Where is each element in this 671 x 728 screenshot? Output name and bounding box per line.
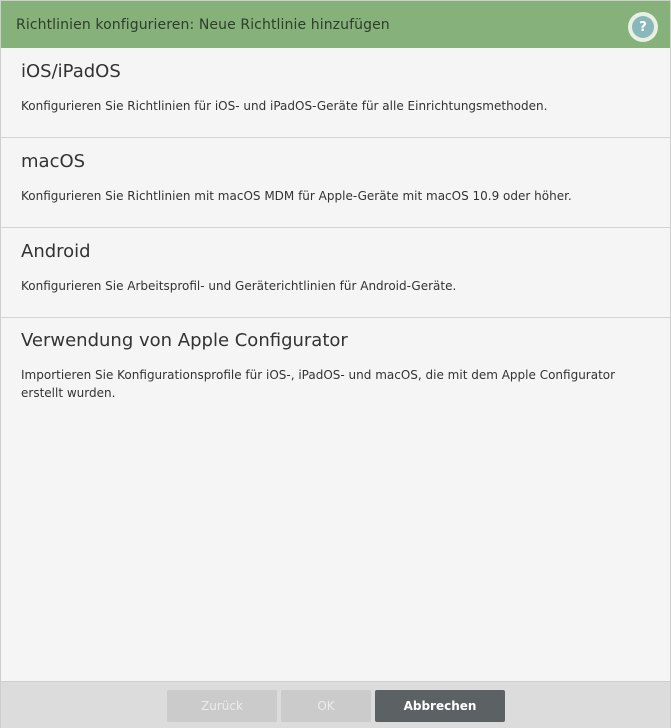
question-circle-icon: ? xyxy=(632,16,654,38)
option-title: Verwendung von Apple Configurator xyxy=(21,330,348,351)
dialog-title: Richtlinien konfigurieren: Neue Richtlin… xyxy=(16,16,390,33)
option-ios-ipados[interactable]: iOS/iPadOS Konfigurieren Sie Richtlinien… xyxy=(1,48,670,138)
ok-button[interactable]: OK xyxy=(281,690,371,722)
back-button[interactable]: Zurück xyxy=(167,690,277,722)
dialog-footer: Zurück OK Abbrechen xyxy=(1,681,670,728)
option-description: Konfigurieren Sie Arbeitsprofil- und Ger… xyxy=(21,279,457,293)
option-macos[interactable]: macOS Konfigurieren Sie Richtlinien mit … xyxy=(1,138,670,228)
option-description: Konfigurieren Sie Richtlinien mit macOS … xyxy=(21,189,572,203)
option-title: macOS xyxy=(21,151,86,172)
policy-dialog: Richtlinien konfigurieren: Neue Richtlin… xyxy=(0,0,671,728)
dialog-titlebar: Richtlinien konfigurieren: Neue Richtlin… xyxy=(1,1,670,48)
option-android[interactable]: Android Konfigurieren Sie Arbeitsprofil-… xyxy=(1,228,670,318)
option-description: Importieren Sie Konfigurationsprofile fü… xyxy=(21,368,616,400)
option-apple-configurator[interactable]: Verwendung von Apple Configurator Import… xyxy=(1,318,670,402)
option-title: iOS/iPadOS xyxy=(21,61,121,82)
option-title: Android xyxy=(21,241,91,262)
option-description: Konfigurieren Sie Richtlinien für iOS- u… xyxy=(21,99,548,113)
platform-option-list: iOS/iPadOS Konfigurieren Sie Richtlinien… xyxy=(1,48,670,402)
cancel-button[interactable]: Abbrechen xyxy=(375,690,505,722)
help-button[interactable]: ? xyxy=(628,12,658,42)
